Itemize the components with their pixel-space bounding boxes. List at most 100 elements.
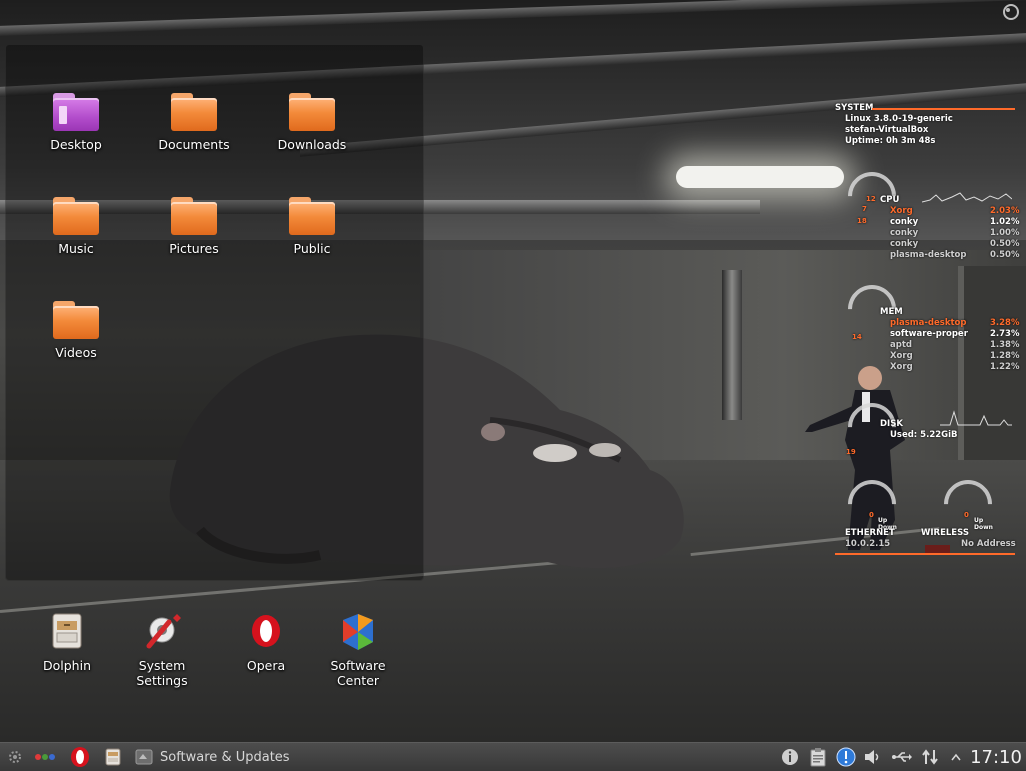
videos-folder-label: Videos [55, 345, 97, 360]
opera-launcher[interactable]: Opera [216, 612, 316, 673]
mem-process-name: aptd [890, 340, 912, 350]
clock-time: 17:10 [970, 746, 1022, 768]
settings-icon [146, 614, 181, 649]
system-settings-launcher[interactable]: System Settings [112, 612, 212, 688]
mem-process-value: 1.22% [990, 362, 1020, 372]
cpu-ring-value: 12 [866, 195, 876, 203]
wireless-down-label: Down [974, 524, 993, 531]
conky-divider [835, 553, 1015, 555]
conky-uptime: Uptime: 0h 3m 48s [845, 136, 936, 146]
mem-ring-value: 14 [852, 333, 862, 341]
desktop-toolbox-icon[interactable] [1002, 3, 1020, 21]
music-folder[interactable]: Music [26, 197, 126, 256]
cpu-process-name: Xorg [890, 206, 913, 216]
desktop-folder-icon [53, 93, 99, 133]
tray-volume[interactable] [862, 743, 884, 771]
tray-network[interactable] [918, 743, 942, 771]
tray-usb[interactable] [890, 743, 914, 771]
mem-process-name: software-proper [890, 329, 968, 339]
mem-process-value: 3.28% [990, 318, 1020, 328]
conky-cpu-header: CPU [880, 195, 900, 205]
conky-kernel: Linux 3.8.0-19-generic [845, 114, 953, 124]
public-folder[interactable]: Public [262, 197, 362, 256]
videos-folder[interactable]: Videos [26, 301, 126, 360]
mem-process-name: Xorg [890, 351, 913, 361]
network-icon [922, 749, 938, 765]
desktop-folder-label: Desktop [50, 137, 102, 152]
wallpaper-lamp [676, 166, 844, 188]
documents-folder-label: Documents [158, 137, 230, 152]
tray-info[interactable] [778, 743, 802, 771]
cpu-process-name: conky [890, 239, 919, 249]
opera-launcher-label: Opera [246, 658, 286, 673]
cpu-process-name: plasma-desktop [890, 250, 967, 260]
wallpaper-drainpipe [722, 270, 742, 420]
info-icon [782, 749, 798, 765]
dolphin-taskbar-launcher[interactable] [102, 743, 124, 771]
opera-icon [252, 615, 280, 647]
tray-expand[interactable] [948, 743, 964, 771]
cpu-ring-value: 18 [857, 217, 867, 225]
kde-menu-button[interactable] [4, 743, 26, 771]
cpu-process-value: 1.02% [990, 217, 1020, 227]
dolphin-launcher[interactable]: Dolphin [17, 612, 117, 673]
desktop-folder[interactable]: Desktop [26, 93, 126, 152]
cpu-ring-value: 7 [862, 205, 867, 213]
folder-icon [53, 197, 99, 237]
expand-icon [951, 753, 961, 761]
software-center-launcher[interactable]: Software Center [308, 612, 408, 688]
mem-process-value: 2.73% [990, 329, 1020, 339]
wireless-up-label: Up [974, 517, 984, 524]
folder-icon [171, 93, 217, 133]
opera-taskbar-launcher[interactable] [68, 743, 92, 771]
cpu-process-value: 1.00% [990, 228, 1020, 238]
cpu-process-value: 0.50% [990, 239, 1020, 249]
folder-icon [171, 197, 217, 237]
pictures-folder[interactable]: Pictures [144, 197, 244, 256]
disk-history-graph [940, 410, 1012, 426]
folder-icon [289, 93, 335, 133]
mem-process-value: 1.38% [990, 340, 1020, 350]
software-updates-icon [135, 749, 153, 765]
conky-wireless-header: WIRELESS [921, 528, 969, 538]
cpu-process-name: conky [890, 228, 919, 238]
pictures-folder-label: Pictures [169, 241, 219, 256]
dolphin-launcher-label: Dolphin [43, 658, 91, 673]
activities-icon [35, 754, 55, 760]
ethernet-ip: 10.0.2.15 [845, 539, 891, 549]
kde-menu-icon [9, 751, 21, 763]
documents-folder[interactable]: Documents [144, 93, 244, 152]
cpu-process-value: 0.50% [990, 250, 1020, 260]
ethernet-up-label: Up [878, 517, 888, 524]
cpu-process-name: conky [890, 217, 919, 227]
software-center-icon [343, 614, 373, 650]
cpu-history-graph [922, 192, 1012, 203]
usb-icon [892, 752, 912, 762]
public-folder-label: Public [293, 241, 331, 256]
clipboard-icon [810, 748, 826, 767]
task-title: Software & Updates [160, 749, 290, 765]
conky-ethernet-header: ETHERNET [845, 528, 895, 538]
disk-ring-value: 19 [846, 448, 856, 456]
notification-icon [836, 747, 856, 767]
disk-used: Used: 5.22GiB [890, 430, 958, 440]
ethernet-ring-value: 0 [869, 511, 874, 519]
dolphin-icon [105, 748, 121, 766]
conky-disk-header: DISK [880, 419, 903, 429]
taskbar: Software & Updates 17:10 [0, 742, 1026, 771]
task-software-updates[interactable]: Software & Updates [134, 743, 304, 771]
system-settings-launcher-label: System Settings [136, 658, 188, 688]
digital-clock[interactable]: 17:10 [966, 743, 1026, 771]
folder-view-widget: Desktop Documents Downloads Music Pictur… [5, 44, 424, 581]
conky-system-header: SYSTEM [835, 103, 874, 113]
software-center-launcher-label: Software Center [330, 658, 386, 688]
mem-process-name: Xorg [890, 362, 913, 372]
downloads-folder[interactable]: Downloads [262, 93, 362, 152]
tray-clipboard[interactable] [806, 743, 830, 771]
conky-hostname: stefan-VirtualBox [845, 125, 929, 135]
mem-process-name: plasma-desktop [890, 318, 967, 328]
wireless-ring-value: 0 [964, 511, 969, 519]
mem-process-value: 1.28% [990, 351, 1020, 361]
tray-notifications[interactable] [834, 743, 858, 771]
activities-button[interactable] [32, 743, 58, 771]
